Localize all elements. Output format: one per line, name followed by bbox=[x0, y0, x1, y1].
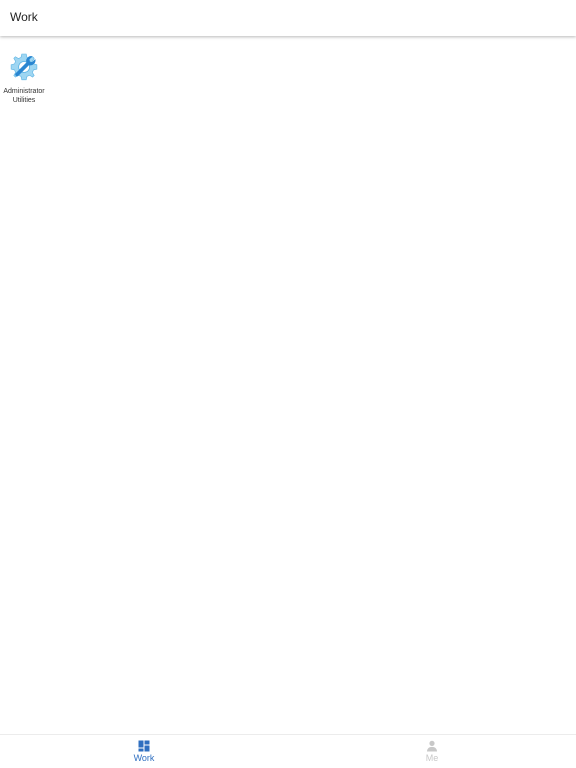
app-window: Work Administrator Utilities Work Me bbox=[0, 0, 576, 768]
app-tile-label: Administrator Utilities bbox=[3, 88, 45, 104]
app-grid: Administrator Utilities bbox=[0, 36, 576, 734]
page-title: Work bbox=[10, 10, 38, 24]
tab-work[interactable]: Work bbox=[0, 735, 288, 768]
bottom-tab-bar: Work Me bbox=[0, 734, 576, 768]
top-app-bar: Work bbox=[0, 0, 576, 36]
grid-icon bbox=[138, 740, 150, 752]
gear-wrench-icon bbox=[10, 53, 38, 81]
tab-work-label: Work bbox=[133, 753, 155, 763]
tab-me-label: Me bbox=[425, 753, 439, 763]
tab-me[interactable]: Me bbox=[288, 735, 576, 768]
app-tile-administrator-utilities[interactable]: Administrator Utilities bbox=[0, 50, 48, 105]
person-icon bbox=[427, 740, 437, 752]
